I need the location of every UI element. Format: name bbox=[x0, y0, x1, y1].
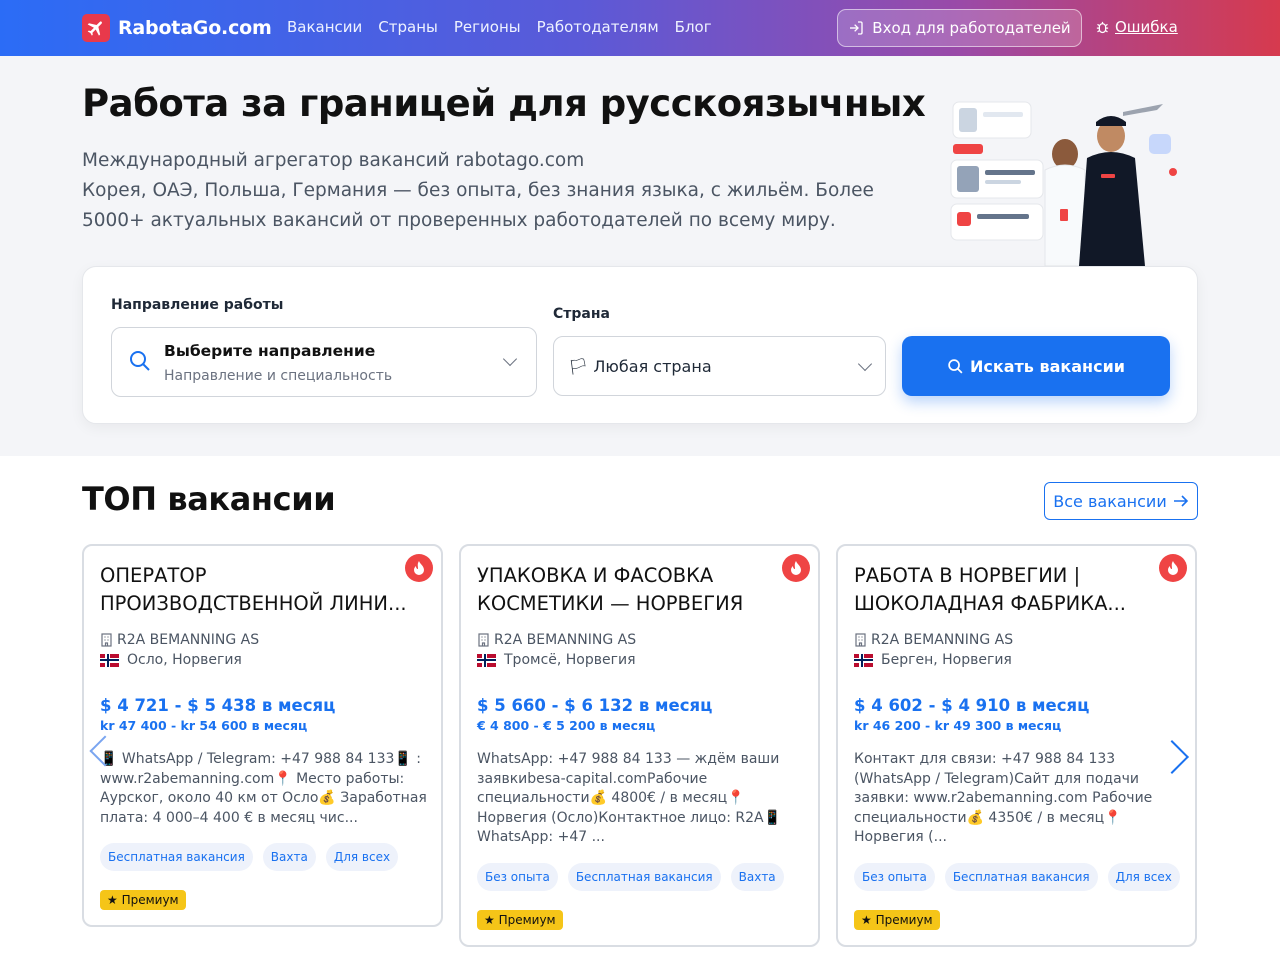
nav-employers[interactable]: Работодателям bbox=[537, 18, 659, 36]
search-vacancies-button[interactable]: Искать вакансии bbox=[902, 336, 1170, 396]
report-error-link[interactable]: Ошибка bbox=[1095, 18, 1178, 36]
site-logo[interactable]: RabotaGo.com bbox=[82, 14, 272, 42]
hero-subtitle: Международный агрегатор вакансий rabotag… bbox=[82, 146, 892, 236]
report-error-label: Ошибка bbox=[1115, 18, 1178, 36]
location-text: Берген, Норвегия bbox=[881, 652, 1012, 668]
premium-badge: ★ Премиум bbox=[854, 910, 940, 930]
location-text: Тромсё, Норвегия bbox=[504, 652, 636, 668]
search-icon bbox=[948, 358, 963, 373]
direction-select[interactable]: Выберите направление Направление и специ… bbox=[111, 327, 537, 397]
direction-select-subtitle: Направление и специальность bbox=[164, 368, 393, 384]
salary-usd: $ 5 660 - $ 6 132 в месяц bbox=[477, 696, 713, 715]
employer-login-button[interactable]: Вход для работодателей bbox=[837, 9, 1082, 47]
building-icon bbox=[478, 633, 489, 647]
country-label: Страна bbox=[553, 306, 610, 322]
nav-blog[interactable]: Блог bbox=[675, 18, 712, 36]
hero-section: Работа за границей для русскоязычных Меж… bbox=[0, 56, 1280, 456]
tag[interactable]: Без опыта bbox=[854, 863, 935, 891]
section-title: ТОП вакансии bbox=[82, 480, 336, 518]
country-select-value: 🏳 Любая страна bbox=[568, 357, 712, 376]
tag[interactable]: Бесплатная вакансия bbox=[100, 843, 253, 871]
vacancy-card[interactable]: РАБОТА В НОРВЕГИИ | ШОКОЛАДНАЯ ФАБРИКА..… bbox=[836, 544, 1197, 947]
nav-regions[interactable]: Регионы bbox=[454, 18, 521, 36]
hero-title: Работа за границей для русскоязычных bbox=[82, 82, 926, 125]
vacancy-title: УПАКОВКА И ФАСОВКА КОСМЕТИКИ — НОРВЕГИЯ bbox=[477, 564, 744, 615]
company-name: R2A BEMANNING AS bbox=[117, 632, 260, 648]
hero-illustration bbox=[945, 94, 1180, 267]
company-name: R2A BEMANNING AS bbox=[494, 632, 637, 648]
location-text: Осло, Норвегия bbox=[127, 652, 242, 668]
login-icon bbox=[850, 21, 863, 35]
direction-select-title: Выберите направление bbox=[164, 342, 376, 360]
vacancy-description: WhatsApp: +47 988 84 133 — ждём ваши зая… bbox=[477, 751, 782, 845]
vacancy-title: ОПЕРАТОР ПРОИЗВОДСТВЕННОЙ ЛИНИ... bbox=[100, 564, 407, 615]
building-icon bbox=[101, 633, 112, 647]
tag[interactable]: Для всех bbox=[1107, 863, 1180, 891]
salary-local: kr 46 200 - kr 49 300 в месяц bbox=[854, 718, 1062, 733]
vacancy-company: R2A BEMANNING AS bbox=[477, 632, 636, 648]
tag[interactable]: Без опыта bbox=[477, 863, 558, 891]
premium-badge: ★ Премиум bbox=[477, 910, 563, 930]
vacancy-location: Тромсё, Норвегия bbox=[477, 652, 636, 668]
vacancy-company: R2A BEMANNING AS bbox=[100, 632, 259, 648]
top-header: RabotaGo.com Вакансии Страны Регионы Раб… bbox=[0, 0, 1280, 56]
vacancy-tags: Без опыта Бесплатная вакансия Вахта bbox=[477, 863, 784, 891]
country-select[interactable]: 🏳 Любая страна bbox=[553, 336, 886, 396]
fire-icon bbox=[1159, 554, 1187, 582]
fire-icon bbox=[405, 554, 433, 582]
vacancy-card[interactable]: УПАКОВКА И ФАСОВКА КОСМЕТИКИ — НОРВЕГИЯ … bbox=[459, 544, 820, 947]
nav-countries[interactable]: Страны bbox=[378, 18, 438, 36]
main-nav: Вакансии Страны Регионы Работодателям Бл… bbox=[287, 18, 712, 36]
salary-usd: $ 4 721 - $ 5 438 в месяц bbox=[100, 696, 336, 715]
search-panel: Направление работы Выберите направление … bbox=[82, 266, 1198, 424]
tag[interactable]: Вахта bbox=[730, 863, 784, 891]
direction-label: Направление работы bbox=[111, 297, 284, 313]
all-vacancies-label: Все вакансии bbox=[1053, 491, 1167, 511]
vacancy-description: 📱 WhatsApp / Telegram: +47 988 84 133📱 :… bbox=[100, 751, 427, 826]
company-name: R2A BEMANNING AS bbox=[871, 632, 1014, 648]
employer-login-label: Вход для работодателей bbox=[872, 19, 1071, 37]
vacancy-location: Берген, Норвегия bbox=[854, 652, 1012, 668]
vacancy-tags: Без опыта Бесплатная вакансия Для всех bbox=[854, 863, 1180, 891]
vacancy-location: Осло, Норвегия bbox=[100, 652, 242, 668]
logo-text: RabotaGo.com bbox=[118, 17, 272, 39]
vacancy-tags: Бесплатная вакансия Вахта Для всех bbox=[100, 843, 399, 871]
search-button-label: Искать вакансии bbox=[969, 356, 1126, 376]
bug-icon bbox=[1096, 21, 1109, 33]
vacancy-card[interactable]: ОПЕРАТОР ПРОИЗВОДСТВЕННОЙ ЛИНИ... R2A BE… bbox=[82, 544, 443, 927]
tag[interactable]: Для всех bbox=[325, 843, 399, 871]
all-vacancies-button[interactable]: Все вакансии bbox=[1044, 482, 1198, 520]
norway-flag-icon bbox=[100, 653, 119, 667]
hero-line-2: Корея, ОАЭ, Польша, Германия — без опыта… bbox=[82, 180, 874, 231]
vacancy-description: Контакт для связи: +47 988 84 133 (Whats… bbox=[854, 751, 1153, 845]
plane-icon bbox=[82, 14, 110, 42]
tag[interactable]: Вахта bbox=[262, 843, 316, 871]
building-icon bbox=[855, 633, 866, 647]
hero-line-1: Международный агрегатор вакансий rabotag… bbox=[82, 150, 585, 171]
chevron-down-icon bbox=[857, 356, 873, 372]
salary-local: € 4 800 - € 5 200 в месяц bbox=[477, 718, 656, 733]
search-icon bbox=[130, 351, 150, 371]
arrow-right-icon bbox=[1173, 495, 1188, 507]
vacancy-company: R2A BEMANNING AS bbox=[854, 632, 1013, 648]
norway-flag-icon bbox=[854, 653, 873, 667]
vacancy-title: РАБОТА В НОРВЕГИИ | ШОКОЛАДНАЯ ФАБРИКА..… bbox=[854, 564, 1127, 615]
tag[interactable]: Бесплатная вакансия bbox=[567, 863, 721, 891]
nav-vacancies[interactable]: Вакансии bbox=[287, 18, 362, 36]
chevron-down-icon bbox=[502, 351, 518, 367]
tag[interactable]: Бесплатная вакансия bbox=[944, 863, 1098, 891]
norway-flag-icon bbox=[477, 653, 496, 667]
salary-usd: $ 4 602 - $ 4 910 в месяц bbox=[854, 696, 1090, 715]
salary-local: kr 47 400 - kr 54 600 в месяц bbox=[100, 718, 308, 733]
fire-icon bbox=[782, 554, 810, 582]
premium-badge: ★ Премиум bbox=[100, 890, 186, 910]
